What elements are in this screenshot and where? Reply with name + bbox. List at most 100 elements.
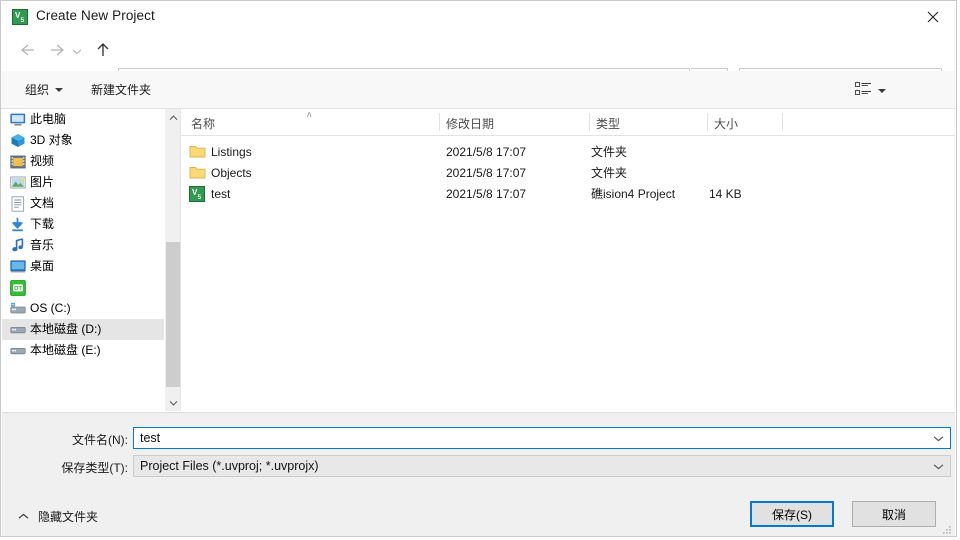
view-mode-button[interactable] [855,82,886,99]
sidebar-item-label: 图片 [30,175,55,189]
navigation-sidebar[interactable]: 此电脑 3D 对象 视频 图片 文档 下载 音乐 桌面 OT OS (C:) 本… [2,109,164,411]
new-folder-label: 新建文件夹 [91,83,152,97]
videos-icon [9,154,26,170]
column-header-size[interactable]: 大小 [714,115,738,132]
green-app-icon: OT [9,279,26,296]
scroll-up-button[interactable] [165,109,181,126]
folder-icon [189,144,206,160]
svg-text:OT: OT [14,286,22,292]
save-form: 文件名(N): test 保存类型(T): Project Files (*.u… [2,412,955,536]
file-size: 14 KB [709,187,742,201]
arrow-up-icon [96,42,110,61]
sidebar-item-label: OS (C:) [30,301,71,315]
command-toolbar: 组织 新建文件夹 ? [1,71,956,170]
sidebar-item-label: 此电脑 [30,112,67,126]
chevron-up-icon [18,513,29,520]
sidebar-scrollbar[interactable] [164,109,181,411]
column-divider[interactable] [782,113,783,131]
sidebar-item-videos[interactable]: 视频 [2,151,164,172]
sidebar-item-label: 本地磁盘 (E:) [30,343,101,357]
scroll-down-button[interactable] [165,394,181,411]
chevron-down-icon [72,44,82,58]
sidebar-item-label: 下载 [30,217,55,231]
organize-label: 组织 [25,83,50,97]
resize-grip[interactable] [940,523,952,535]
title-bar: V 5 Create New Project [1,1,956,32]
sort-indicator: ʌ [307,109,312,119]
documents-icon [9,195,26,212]
arrow-right-icon [49,43,66,60]
table-row[interactable]: Objects 2021/5/8 17:07 文件夹 [181,163,955,184]
filename-input[interactable]: test [133,427,951,449]
sidebar-item-this-pc[interactable]: 此电脑 [2,109,164,130]
music-icon [9,238,26,254]
pictures-icon [9,175,26,191]
chevron-down-icon[interactable] [928,428,948,448]
back-button[interactable] [15,39,39,63]
sidebar-item-3d-objects[interactable]: 3D 对象 [2,130,164,151]
forward-button[interactable] [45,39,69,63]
window-title: Create New Project [36,8,155,23]
create-new-project-dialog: V 5 Create New Project 组织 新建文件夹 此电脑 3D 对… [0,0,957,537]
sidebar-item-pictures[interactable]: 图片 [2,172,164,193]
filename-label: 文件名(N): [72,433,128,447]
sidebar-item-green-app[interactable]: OT [2,277,164,298]
sidebar-item-label: 文档 [30,196,55,210]
filetype-label: 保存类型(T): [61,461,128,475]
file-name: test [211,187,231,201]
filetype-select[interactable]: Project Files (*.uvproj; *.uvprojx) [133,455,951,477]
arrow-left-icon [19,43,36,60]
column-headers: 名称 ʌ 修改日期 类型 大小 [181,109,955,136]
hide-folders-label: 隐藏文件夹 [38,510,99,524]
file-date: 2021/5/8 17:07 [446,166,527,180]
file-name: Objects [211,166,252,180]
sidebar-item-label: 音乐 [30,238,55,252]
navigation-bar: 此电脑 › 本地磁盘 (D:) › Keil 5 › 蓝桥杯 › 国赛 › CS… [1,32,956,94]
table-row[interactable]: V 5 test 2021/5/8 17:07 礁ision4 Project … [181,184,955,205]
table-row[interactable]: Listings 2021/5/8 17:07 文件夹 [181,142,955,163]
file-name: Listings [211,145,252,159]
sidebar-item-desktop[interactable]: 桌面 [2,256,164,277]
hide-folders-toggle[interactable]: 隐藏文件夹 [18,508,98,525]
sidebar-item-music[interactable]: 音乐 [2,235,164,256]
file-type: 礁ision4 Project [591,187,676,201]
chevron-down-icon [55,87,64,92]
column-divider[interactable] [439,113,440,131]
sidebar-item-downloads[interactable]: 下载 [2,214,164,235]
uvision-project-icon: V 5 [189,186,206,202]
save-button[interactable]: 保存(S) [750,501,834,527]
cancel-button[interactable]: 取消 [852,501,936,527]
sidebar-item-label: 桌面 [30,259,55,273]
column-header-date[interactable]: 修改日期 [446,115,494,132]
chevron-down-icon [878,88,886,93]
organize-button[interactable]: 组织 [25,81,64,98]
sidebar-item-documents[interactable]: 文档 [2,193,164,214]
sidebar-item-local-disk-e[interactable]: 本地磁盘 (E:) [2,340,164,361]
file-date: 2021/5/8 17:07 [446,187,527,201]
sidebar-item-label: 3D 对象 [30,133,73,147]
file-date: 2021/5/8 17:07 [446,145,527,159]
filename-value: test [140,431,161,445]
chevron-down-icon[interactable] [928,456,948,476]
close-button[interactable] [910,1,956,32]
up-button[interactable] [91,39,115,63]
file-type: 文件夹 [591,166,628,180]
this-pc-icon [9,112,26,128]
new-folder-button[interactable]: 新建文件夹 [91,81,151,98]
sidebar-item-os-c[interactable]: OS (C:) [2,298,164,319]
save-button-label: 保存(S) [772,507,812,522]
local-disk-icon [9,343,26,359]
3d-objects-icon [9,133,26,149]
recent-locations-button[interactable] [69,39,85,63]
file-type: 文件夹 [591,145,628,159]
cancel-button-label: 取消 [881,507,906,522]
list-view-icon [855,82,872,99]
keil-uvision-logo-icon: V 5 [12,9,28,25]
file-list[interactable]: 名称 ʌ 修改日期 类型 大小 Listings 2021/5/8 17:07 … [181,109,955,411]
column-header-name[interactable]: 名称 [191,115,215,132]
sidebar-item-local-disk-d[interactable]: 本地磁盘 (D:) [2,319,164,340]
scrollbar-thumb[interactable] [166,242,180,387]
column-divider[interactable] [707,113,708,131]
column-header-type[interactable]: 类型 [596,115,620,132]
column-divider[interactable] [589,113,590,131]
